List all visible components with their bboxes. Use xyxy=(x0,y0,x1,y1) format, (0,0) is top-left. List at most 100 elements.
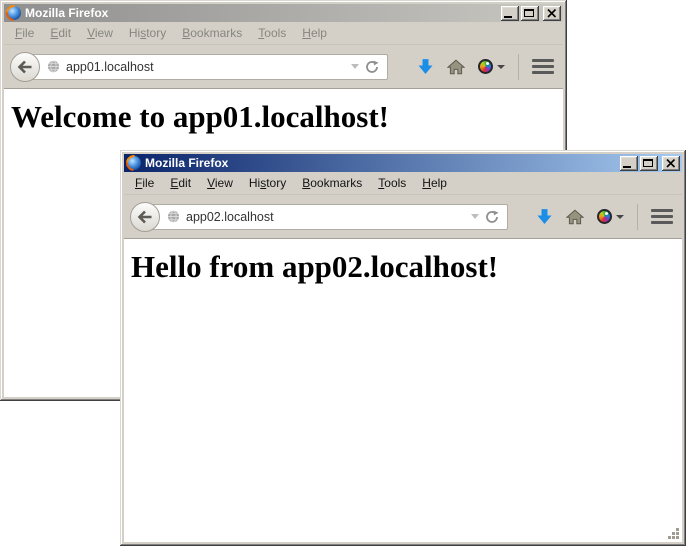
menu-label: ookmarks xyxy=(190,26,242,40)
window-controls xyxy=(620,156,680,171)
menu-label: H xyxy=(302,26,311,40)
toolbar-separator xyxy=(518,54,519,80)
menu-label: dit xyxy=(58,26,71,40)
firefox-icon xyxy=(7,6,21,20)
addon-button[interactable] xyxy=(597,209,624,224)
menu-label: ools xyxy=(384,176,406,190)
menu-label: elp xyxy=(311,26,327,40)
navbar xyxy=(124,195,682,239)
urlbar-dropdown-icon[interactable] xyxy=(351,64,359,69)
menu-label: ile xyxy=(142,176,154,190)
menu-icon xyxy=(651,221,673,224)
menu-item-bookmarks[interactable]: Bookmarks xyxy=(174,23,250,43)
url-input[interactable] xyxy=(186,210,465,224)
addon-button[interactable] xyxy=(478,59,505,74)
menu-label: V xyxy=(87,26,95,40)
menu-label: elp xyxy=(431,176,447,190)
menu-item-view[interactable]: View xyxy=(199,173,241,193)
globe-icon xyxy=(47,60,60,73)
minimize-icon xyxy=(504,16,512,18)
menubar: File Edit View History Bookmarks Tools H… xyxy=(124,172,682,195)
addon-dropdown-icon xyxy=(616,215,624,219)
minimize-button[interactable] xyxy=(620,156,638,171)
close-icon xyxy=(666,159,676,168)
menu-label: Hi xyxy=(129,26,140,40)
download-icon[interactable] xyxy=(536,208,553,225)
menu-label: Hi xyxy=(249,176,260,190)
menu-item-bookmarks[interactable]: Bookmarks xyxy=(294,173,370,193)
menu-item-view[interactable]: View xyxy=(79,23,121,43)
page-content: Hello from app02.localhost! xyxy=(124,239,682,542)
window-title: Mozilla Firefox xyxy=(25,4,497,22)
menu-label: iew xyxy=(95,26,113,40)
menu-item-history[interactable]: History xyxy=(121,23,174,43)
resize-grip-icon[interactable] xyxy=(667,527,680,540)
menu-label: tory xyxy=(266,176,286,190)
minimize-icon xyxy=(623,166,631,168)
menu-label: H xyxy=(422,176,431,190)
menu-item-help[interactable]: Help xyxy=(294,23,335,43)
menu-icon xyxy=(532,71,554,74)
menu-item-file[interactable]: File xyxy=(127,173,162,193)
back-icon xyxy=(137,210,153,224)
menu-item-tools[interactable]: Tools xyxy=(370,173,414,193)
menu-item-help[interactable]: Help xyxy=(414,173,455,193)
menu-icon xyxy=(651,209,673,212)
menu-item-file[interactable]: File xyxy=(7,23,42,43)
menu-item-tools[interactable]: Tools xyxy=(250,23,294,43)
menu-label: dit xyxy=(178,176,191,190)
color-wheel-icon xyxy=(597,209,612,224)
home-icon[interactable] xyxy=(447,59,465,75)
titlebar[interactable]: Mozilla Firefox xyxy=(124,154,682,172)
close-button[interactable] xyxy=(543,6,561,21)
menu-label: V xyxy=(207,176,215,190)
urlbar[interactable] xyxy=(150,204,508,230)
menu-label: ile xyxy=(22,26,34,40)
reload-icon[interactable] xyxy=(485,210,499,224)
toolbar-separator xyxy=(637,204,638,230)
menu-icon xyxy=(651,215,673,218)
color-wheel-icon xyxy=(478,59,493,74)
home-icon[interactable] xyxy=(566,209,584,225)
maximize-icon xyxy=(524,9,534,17)
titlebar[interactable]: Mozilla Firefox xyxy=(4,4,563,22)
close-icon xyxy=(547,9,557,18)
reload-icon[interactable] xyxy=(365,60,379,74)
firefox-icon xyxy=(127,156,141,170)
window-app02: Mozilla Firefox File Edit View History B… xyxy=(120,150,686,546)
url-input[interactable] xyxy=(66,60,345,74)
navbar xyxy=(4,45,563,89)
menu-button[interactable] xyxy=(532,59,554,74)
navbar-right-icons xyxy=(417,54,554,80)
maximize-button[interactable] xyxy=(521,6,539,21)
menu-button[interactable] xyxy=(651,209,673,224)
addon-dropdown-icon xyxy=(497,65,505,69)
menu-icon xyxy=(532,65,554,68)
back-icon xyxy=(17,60,33,74)
download-icon[interactable] xyxy=(417,58,434,75)
window-title: Mozilla Firefox xyxy=(145,154,616,172)
menu-icon xyxy=(532,59,554,62)
menu-label: iew xyxy=(215,176,233,190)
back-button[interactable] xyxy=(10,52,40,82)
menu-item-history[interactable]: History xyxy=(241,173,294,193)
menu-label: ookmarks xyxy=(310,176,362,190)
menu-item-edit[interactable]: Edit xyxy=(162,173,199,193)
close-button[interactable] xyxy=(662,156,680,171)
urlbar-dropdown-icon[interactable] xyxy=(471,214,479,219)
menu-label: tory xyxy=(146,26,166,40)
urlbar[interactable] xyxy=(30,54,388,80)
menubar: File Edit View History Bookmarks Tools H… xyxy=(4,22,563,45)
page-heading: Welcome to app01.localhost! xyxy=(11,99,563,135)
navbar-right-icons xyxy=(536,204,673,230)
back-button[interactable] xyxy=(130,202,160,232)
page-heading: Hello from app02.localhost! xyxy=(131,249,682,285)
maximize-button[interactable] xyxy=(640,156,658,171)
globe-icon xyxy=(167,210,180,223)
desktop: { "colors": { "desktop_bg": "#ffffff", "… xyxy=(0,0,688,551)
window-controls xyxy=(501,6,561,21)
maximize-icon xyxy=(643,159,653,167)
minimize-button[interactable] xyxy=(501,6,519,21)
menu-label: ools xyxy=(264,26,286,40)
menu-item-edit[interactable]: Edit xyxy=(42,23,79,43)
